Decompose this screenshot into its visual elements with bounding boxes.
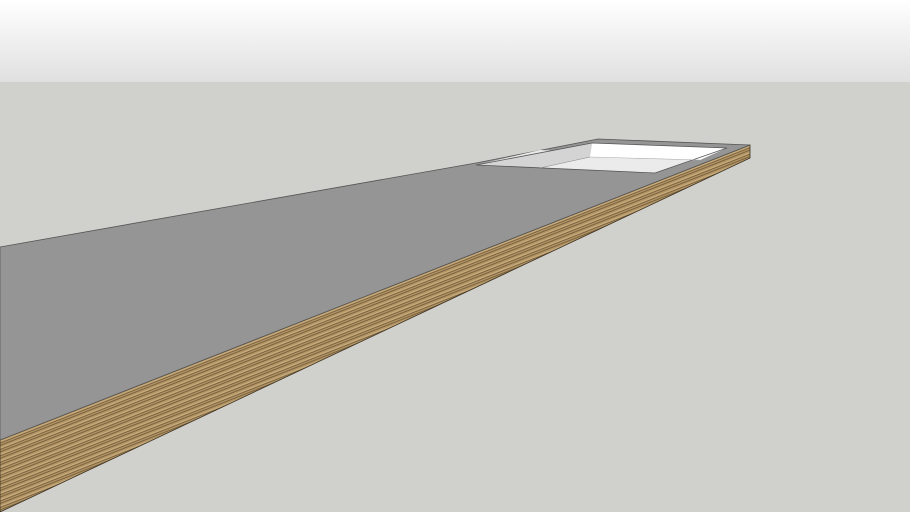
sky — [0, 0, 910, 82]
sketchup-viewport[interactable] — [0, 0, 910, 512]
